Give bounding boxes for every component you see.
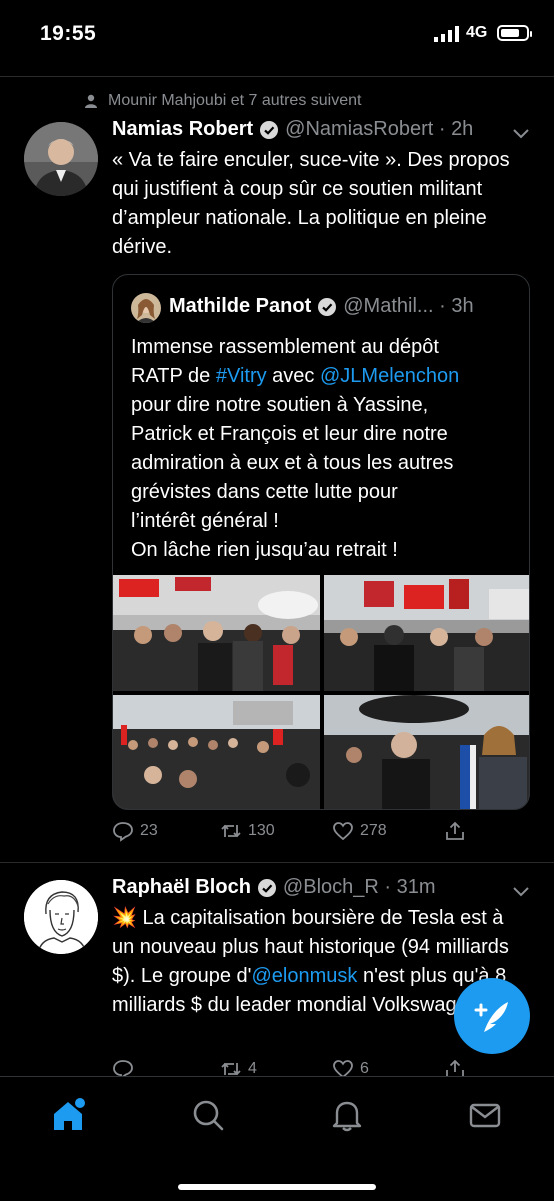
separator-dot: · — [378, 876, 397, 898]
tab-bar — [0, 1076, 554, 1201]
avatar[interactable] — [24, 880, 98, 954]
chevron-down-icon[interactable] — [512, 886, 530, 898]
explosion-emoji: 💥 — [112, 907, 137, 929]
compose-tweet-button[interactable] — [454, 978, 530, 1054]
display-name[interactable]: Raphaël Bloch — [112, 876, 251, 899]
verified-icon — [257, 878, 276, 897]
messages-icon[interactable] — [467, 1097, 503, 1133]
home-indicator — [178, 1184, 376, 1190]
timestamp: 31m — [396, 876, 436, 898]
home-icon[interactable] — [50, 1097, 86, 1133]
tweet-header: Raphaël Bloch @Bloch_R · 31m — [112, 876, 436, 899]
tweet[interactable]: Raphaël Bloch @Bloch_R · 31m 💥 La capita… — [0, 0, 554, 1080]
search-icon[interactable] — [190, 1097, 226, 1133]
notifications-icon[interactable] — [329, 1097, 365, 1133]
compose-feather-icon — [474, 1002, 508, 1032]
mention-link[interactable]: @elonmusk — [251, 965, 357, 987]
handle: @Bloch_R — [282, 876, 379, 898]
